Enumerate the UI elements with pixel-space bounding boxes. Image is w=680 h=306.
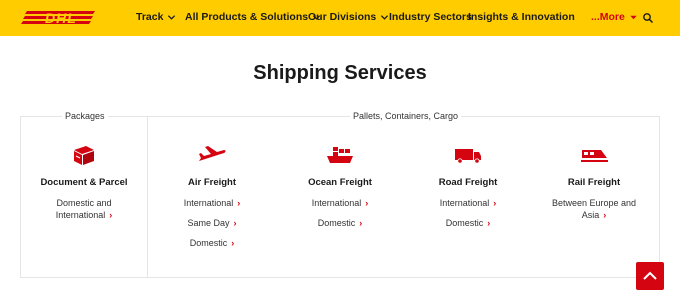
nav-industry-label: Industry Sectors (389, 11, 472, 23)
nav-divisions-label: Our Divisions (308, 11, 377, 23)
service-document-parcel: Document & Parcel Domestic and Internati… (24, 144, 144, 221)
service-road-freight: Road Freight International › Domestic › (408, 144, 528, 237)
nav-track-label: Track (136, 11, 164, 23)
chevron-down-icon (381, 14, 389, 20)
link-international[interactable]: International › (408, 197, 528, 209)
service-title: Air Freight (187, 177, 237, 188)
service-title: Rail Freight (567, 177, 621, 188)
train-icon (581, 150, 608, 162)
link-domestic[interactable]: Domestic › (408, 217, 528, 229)
search-icon[interactable] (642, 12, 654, 24)
link-international[interactable]: International › (280, 197, 400, 209)
group-divider (147, 116, 148, 278)
nav-more[interactable]: ...More (591, 11, 638, 23)
link-same-day[interactable]: Same Day › (152, 217, 272, 229)
chevron-right-icon: › (603, 210, 607, 220)
link-label: International (183, 198, 234, 208)
airplane-icon (199, 146, 226, 161)
nav-industry-sectors[interactable]: Industry Sectors (389, 11, 472, 23)
service-title: Ocean Freight (308, 177, 372, 188)
chevron-right-icon: › (487, 218, 491, 228)
link-international[interactable]: International › (152, 197, 272, 209)
group-label-packages: Packages (62, 111, 108, 121)
chevron-right-icon: › (233, 218, 237, 228)
service-ocean-freight: Ocean Freight International › Domestic › (280, 144, 400, 237)
chevron-right-icon: › (493, 198, 497, 208)
nav-more-label: ...More (591, 11, 625, 23)
service-title: Document & Parcel (40, 177, 128, 188)
link-domestic-international[interactable]: Domestic and International › (42, 197, 126, 221)
nav-insights[interactable]: Insights & Innovation (468, 11, 575, 23)
chevron-right-icon: › (109, 210, 113, 220)
parcel-icon (74, 146, 94, 165)
service-title: Road Freight (438, 177, 498, 188)
page-title: Shipping Services (253, 62, 427, 84)
nav-track[interactable]: Track (136, 11, 176, 23)
chevron-right-icon: › (237, 198, 241, 208)
chevron-right-icon: › (359, 218, 363, 228)
chevron-down-icon (168, 14, 176, 20)
link-label: Domestic (445, 218, 484, 228)
nav-products-label: All Products & Solutions (185, 11, 309, 23)
service-rail-freight: Rail Freight Between Europe and Asia › (534, 144, 654, 221)
service-air-freight: Air Freight International › Same Day › Dom… (152, 144, 272, 257)
link-label: Same Day (187, 218, 230, 228)
nav-divisions[interactable]: Our Divisions (308, 11, 389, 23)
ship-icon (327, 147, 353, 163)
nav-insights-label: Insights & Innovation (468, 11, 575, 23)
dhl-logo[interactable]: DHL (21, 10, 101, 26)
link-between-europe-asia[interactable]: Between Europe and Asia › (550, 197, 638, 221)
link-label: Domestic and International (55, 198, 112, 220)
link-label: International (439, 198, 490, 208)
link-label: Domestic (189, 238, 228, 248)
svg-text:DHL: DHL (45, 10, 77, 26)
group-label-pallets: Pallets, Containers, Cargo (350, 111, 462, 121)
caret-down-icon (630, 15, 637, 19)
back-to-top-button[interactable] (636, 262, 664, 290)
link-domestic[interactable]: Domestic › (280, 217, 400, 229)
main-content: Shipping Services Packages Pallets, Cont… (0, 36, 680, 306)
top-nav: DHL Track All Products & Solutions Our D… (0, 0, 680, 36)
link-label: International (311, 198, 362, 208)
link-domestic[interactable]: Domestic › (152, 237, 272, 249)
chevron-up-icon (643, 271, 657, 280)
truck-icon (455, 149, 481, 164)
link-label: Between Europe and Asia (551, 198, 637, 220)
chevron-right-icon: › (365, 198, 369, 208)
chevron-right-icon: › (231, 238, 235, 248)
link-label: Domestic (317, 218, 356, 228)
nav-products[interactable]: All Products & Solutions (185, 11, 321, 23)
